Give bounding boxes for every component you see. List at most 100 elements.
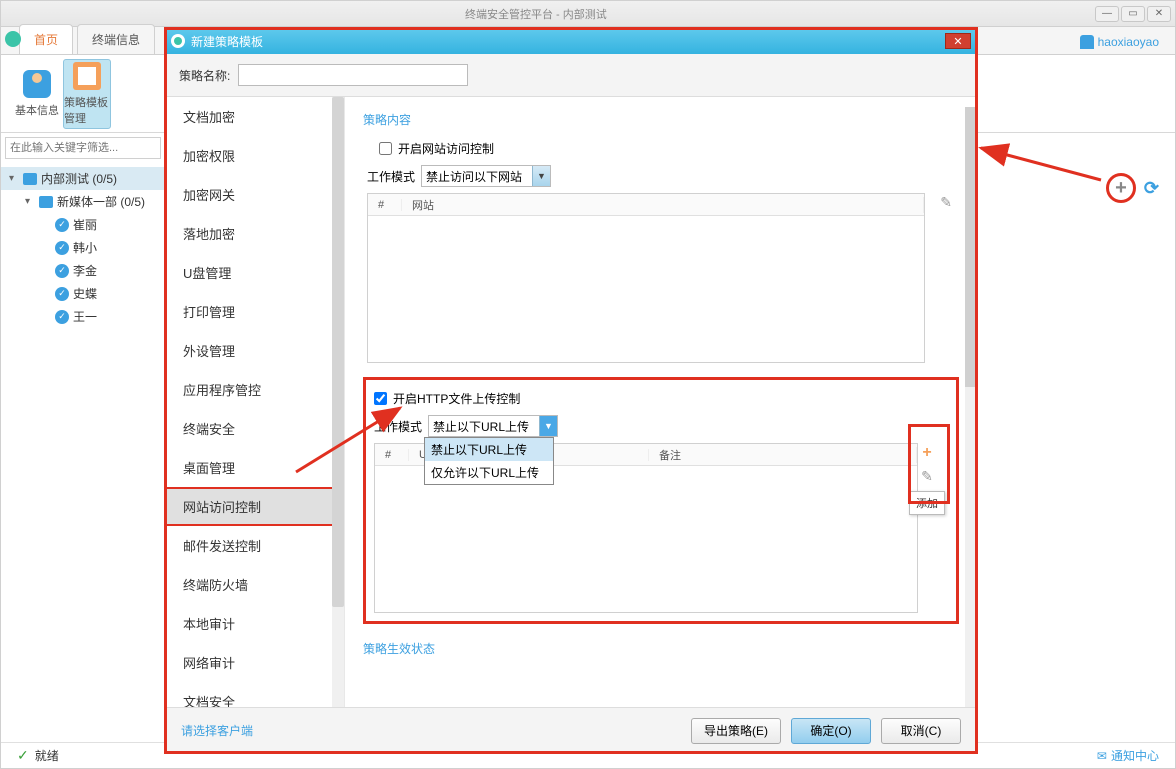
maximize-button[interactable]: ▭ [1121,6,1145,22]
cancel-button[interactable]: 取消(C) [881,718,961,744]
chevron-down-icon: ▼ [539,416,557,436]
nav-item[interactable]: 应用程序管控 [165,370,344,409]
nav-item[interactable]: 本地审计 [165,604,344,643]
table-header: # 网站 [368,194,924,216]
web-mode-select[interactable]: 禁止访问以下网站 ▼ [421,165,551,187]
export-button[interactable]: 导出策略(E) [691,718,781,744]
web-enable-row: 开启网站访问控制 [363,138,959,165]
tree-label: 王一 [73,308,97,325]
nav-item[interactable]: 文档加密 [165,97,344,136]
nav-item-web-access[interactable]: 网站访问控制 [165,487,344,526]
name-label: 策略名称: [179,67,230,84]
check-icon: ✓ [55,241,69,255]
th-num: # [375,449,409,461]
refresh-icon[interactable]: ⟳ [1144,178,1159,199]
nav-item[interactable]: 加密权限 [165,136,344,175]
nav-item[interactable]: U盘管理 [165,253,344,292]
tree-label: 新媒体一部 (0/5) [57,193,145,210]
tree-member[interactable]: ✓ 崔丽 [1,213,164,236]
titlebar: 终端安全管控平台 - 内部测试 — ▭ ✕ [1,1,1175,27]
nav-item[interactable]: 桌面管理 [165,448,344,487]
web-enable-checkbox[interactable] [379,142,392,155]
dialog-body: 文档加密 加密权限 加密网关 落地加密 U盘管理 打印管理 外设管理 应用程序管… [165,96,977,707]
dialog-close-button[interactable]: ✕ [945,33,971,49]
dialog-title: 新建策略模板 [191,33,263,50]
tree-member[interactable]: ✓ 李金 [1,259,164,282]
group-icon [23,173,37,185]
nav-item[interactable]: 文档安全 [165,682,344,707]
nav-item[interactable]: 外设管理 [165,331,344,370]
check-icon: ✓ [55,264,69,278]
http-mode-row: 工作模式 禁止以下URL上传 ▼ 禁止以下URL上传 仅允许以下URL上传 [370,415,952,437]
tree-root[interactable]: ▾ 内部测试 (0/5) [1,167,164,190]
edit-icon[interactable]: ✎ [940,194,952,211]
notify-center[interactable]: ✉ 通知中心 [1097,747,1159,764]
left-panel: ▾ 内部测试 (0/5) ▾ 新媒体一部 (0/5) ✓ 崔丽 ✓韩小 ✓ 李金 ✓… [1,133,165,740]
chevron-down-icon: ▼ [532,166,550,186]
tree-label: 内部测试 (0/5) [41,170,117,187]
combo-value: 禁止访问以下网站 [426,170,522,184]
tree-label: 李金 [73,262,97,279]
filter-input[interactable] [5,137,161,159]
nav-item[interactable]: 终端防火墙 [165,565,344,604]
footer-buttons: 导出策略(E) 确定(O) 取消(C) [691,718,961,744]
tab-home[interactable]: 首页 [19,24,73,54]
mode-label: 工作模式 [367,168,415,185]
tools-highlight-box [908,424,950,504]
select-client-link[interactable]: 请选择客户端 [181,722,253,739]
nav-item[interactable]: 落地加密 [165,214,344,253]
web-enable-label: 开启网站访问控制 [398,140,494,157]
dialog-content: 策略内容 开启网站访问控制 工作模式 禁止访问以下网站 ▼ # 网站 ✎ [345,97,977,707]
check-icon: ✓ [55,287,69,301]
ribbon-basic-info[interactable]: 基本信息 [13,59,61,129]
ribbon-template-mgmt[interactable]: 策略模板管理 [63,59,111,129]
collapse-icon[interactable]: ▾ [9,173,19,184]
web-table-tools: ✎ [940,194,952,211]
check-icon: ✓ [17,747,29,764]
minimize-button[interactable]: — [1095,6,1119,22]
collapse-icon[interactable]: ▾ [25,196,35,207]
group-icon [39,196,53,208]
status-left: ✓ 就绪 [17,747,59,764]
status-text: 就绪 [35,747,59,764]
nav-item[interactable]: 终端安全 [165,409,344,448]
http-mode-select[interactable]: 禁止以下URL上传 ▼ [428,415,558,437]
http-enable-checkbox[interactable] [374,392,387,405]
th-remark: 备注 [649,447,917,463]
dialog-footer: 请选择客户端 导出策略(E) 确定(O) 取消(C) [165,707,977,753]
th-num: # [368,199,402,211]
tab-terminal-info[interactable]: 终端信息 [77,24,155,54]
right-tools: + ⟳ [1106,173,1159,203]
clipboard-icon [73,62,101,90]
check-icon: ✓ [55,218,69,232]
notify-label: 通知中心 [1111,747,1159,764]
ribbon-label: 基本信息 [15,102,59,118]
dropdown-option[interactable]: 仅允许以下URL上传 [425,461,553,484]
nav-item[interactable]: 邮件发送控制 [165,526,344,565]
section-title-status: 策略生效状态 [363,640,959,657]
tree-member[interactable]: ✓王一 [1,305,164,328]
tree-group[interactable]: ▾ 新媒体一部 (0/5) [1,190,164,213]
dialog-nav: 文档加密 加密权限 加密网关 落地加密 U盘管理 打印管理 外设管理 应用程序管… [165,97,345,707]
tree-label: 史蝶 [73,285,97,302]
dropdown-option[interactable]: 禁止以下URL上传 [425,438,553,461]
web-table: # 网站 ✎ [367,193,925,363]
tree-member[interactable]: ✓ 史蝶 [1,282,164,305]
name-row: 策略名称: [165,54,977,96]
content-scrollbar-thumb[interactable] [965,107,975,387]
user-area[interactable]: haoxiaoyao [1080,35,1159,49]
mail-icon: ✉ [1097,749,1107,763]
nav-item[interactable]: 打印管理 [165,292,344,331]
person-icon [23,70,51,98]
nav-item[interactable]: 网络审计 [165,643,344,682]
nav-item[interactable]: 加密网关 [165,175,344,214]
http-enable-row: 开启HTTP文件上传控制 [370,388,952,415]
nav-scrollbar-thumb[interactable] [332,97,344,607]
plus-icon[interactable]: + [1115,177,1127,200]
policy-name-input[interactable] [238,64,468,86]
tree-label: 崔丽 [73,216,97,233]
ok-button[interactable]: 确定(O) [791,718,871,744]
close-button[interactable]: ✕ [1147,6,1171,22]
tree-member[interactable]: ✓韩小 [1,236,164,259]
mode-label: 工作模式 [374,418,422,435]
